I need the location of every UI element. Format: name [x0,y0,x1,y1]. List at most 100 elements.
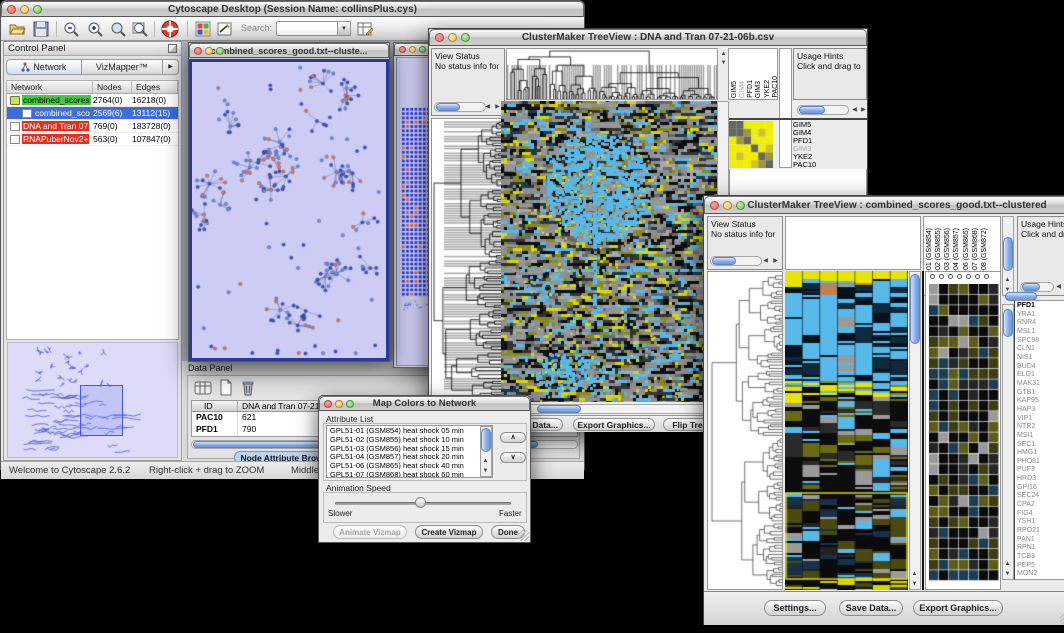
close-icon[interactable] [435,33,444,42]
network-table-column-header[interactable]: Nodes [93,81,132,93]
column-dendrogram[interactable] [785,216,921,270]
scroll-up-icon[interactable]: ▲ [481,457,490,466]
gene-label[interactable]: CPA2 [1017,501,1064,510]
hscroll-thumb[interactable] [537,405,581,413]
network-table-row[interactable]: combined_sco2569(6)13112(15) [7,107,178,120]
heatmap-vscrollbar[interactable]: ▲ ▼ [909,271,921,590]
scroll-up-icon[interactable]: ▲ [719,50,728,59]
zoom-window-icon[interactable] [419,46,426,53]
network-table-column-header[interactable]: Network [7,81,93,93]
search-input[interactable] [276,21,338,36]
gene-label[interactable]: TCB3 [1017,553,1064,562]
gene-label[interactable]: MSL1 [1017,328,1064,337]
gene-label[interactable]: CLN1 [1017,345,1064,354]
gene-label[interactable]: MON2 [1017,570,1064,579]
birdseye-view[interactable] [7,342,178,458]
gene-label[interactable]: HAP3 [1017,406,1064,415]
attribute-browser-icon[interactable] [357,21,374,37]
vscroll-thumb[interactable] [1003,309,1013,337]
gene-label[interactable]: HRD3 [1017,475,1064,484]
minimize-icon[interactable] [205,47,213,55]
table-icon[interactable] [194,380,212,396]
scroll-up-icon[interactable]: ▲ [1003,276,1012,285]
slider-thumb[interactable] [415,497,426,508]
scroll-up-icon[interactable]: ▲ [910,570,919,579]
column-header-id[interactable]: ID [192,401,238,411]
tab-network[interactable]: Network [6,59,82,75]
network-table-column-header[interactable]: Edges [132,81,178,93]
gene-label[interactable]: FIG4 [1017,510,1064,519]
animate-vizmap-button[interactable]: Animate Vizmap [333,525,407,539]
gene-label[interactable]: YSH1 [1017,518,1064,527]
gene-label[interactable]: YRA1 [1017,311,1064,320]
scroll-down-icon[interactable]: ▼ [719,59,728,68]
minimize-icon[interactable] [335,400,343,408]
move-up-button[interactable]: ∧ [500,432,526,443]
scroll-right-icon[interactable]: ▶ [859,106,868,115]
gene-label[interactable]: PHO81 [1017,458,1064,467]
scroll-left-icon[interactable]: ◀ [1054,283,1063,292]
heatmap-main[interactable] [785,271,908,590]
gene-label[interactable]: VIP1 [1017,415,1064,424]
gene-label[interactable]: ELG1 [1017,371,1064,380]
scroll-right-icon[interactable]: ▶ [771,257,780,266]
move-down-button[interactable]: ∨ [500,452,526,463]
scroll-left-icon[interactable]: ◀ [483,103,492,112]
gene-label[interactable]: SEC24 [1017,492,1064,501]
close-icon[interactable] [194,47,202,55]
float-panel-icon[interactable] [168,44,177,53]
settings-button[interactable]: Settings... [764,600,826,616]
zoom-window-icon[interactable] [461,33,470,42]
minimize-icon[interactable] [409,46,416,53]
heatmap-column-label[interactable]: GIM5 [731,81,738,98]
view-status-hscrollbar[interactable] [434,102,486,112]
gene-label[interactable]: NIS1 [1017,354,1064,363]
vscroll-thumb[interactable] [910,274,920,344]
heatmap-column-label[interactable]: PFD1 [747,80,754,98]
gene-label[interactable]: PFD1 [1017,302,1064,311]
attribute-list-item[interactable]: GPL51-07 (GSM868) heat shock 60 min [330,471,492,478]
scroll-up-icon[interactable]: ▲ [1003,560,1012,569]
help-icon[interactable] [161,20,179,38]
treeview2-title-bar[interactable]: ClusterMaker TreeView : combined_scores_… [704,196,1064,214]
annotation-icon[interactable] [217,21,233,37]
tabs-overflow-button[interactable]: ▶ [163,59,179,75]
zoom-selected-icon[interactable] [110,21,127,38]
gene-label[interactable]: BUD4 [1017,363,1064,372]
zoom-window-icon[interactable] [216,47,224,55]
vscroll-thumb[interactable] [1003,237,1013,271]
minimize-icon[interactable] [723,201,732,210]
hscroll-thumb[interactable] [712,257,736,265]
gene-label[interactable]: KAP95 [1017,397,1064,406]
birdseye-viewport-rect[interactable] [80,385,123,436]
dialog-title-bar[interactable]: Map Colors to Network [319,396,530,411]
close-icon[interactable] [710,201,719,210]
heatmap-column-label[interactable]: GIM4 [739,81,746,98]
view-status-hscrollbar[interactable] [710,256,762,266]
close-icon[interactable] [399,46,406,53]
minimize-icon[interactable] [20,5,29,14]
zoom-fit-icon[interactable] [132,21,149,38]
search-dropdown-icon[interactable]: ▼ [338,21,351,36]
treeview1-title-bar[interactable]: ClusterMaker TreeView : DNA and Tran 07-… [429,29,867,46]
zoom-in-icon[interactable] [87,21,104,38]
hscroll-thumb[interactable] [436,103,460,111]
resize-grip[interactable] [1060,613,1064,624]
close-icon[interactable] [324,400,332,408]
heatmap-main[interactable] [501,101,717,402]
scroll-down-icon[interactable]: ▼ [910,580,919,589]
save-icon[interactable] [33,21,49,37]
similarity-matrix[interactable] [729,121,773,168]
gene-label[interactable]: PAN1 [1017,536,1064,545]
gene-label[interactable]: RNR4 [1017,319,1064,328]
scroll-down-icon[interactable]: ▼ [1003,570,1012,579]
export-graphics-button[interactable]: Export Graphics... [573,418,655,431]
gene-label[interactable]: GPI16 [1017,484,1064,493]
network-table-row[interactable]: combined_scores2764(0)16218(0) [7,94,178,107]
gene-label[interactable]: RPN1 [1017,544,1064,553]
attribute-list-vscrollbar[interactable]: ▲ ▼ [480,426,492,477]
network-table-row[interactable]: DNA and Tran 07769(0)183728(0) [7,120,178,133]
delete-attribute-icon[interactable] [240,379,256,396]
usage-hints-hscrollbar[interactable] [1020,282,1054,292]
gene-label[interactable]: MSI1 [1017,432,1064,441]
